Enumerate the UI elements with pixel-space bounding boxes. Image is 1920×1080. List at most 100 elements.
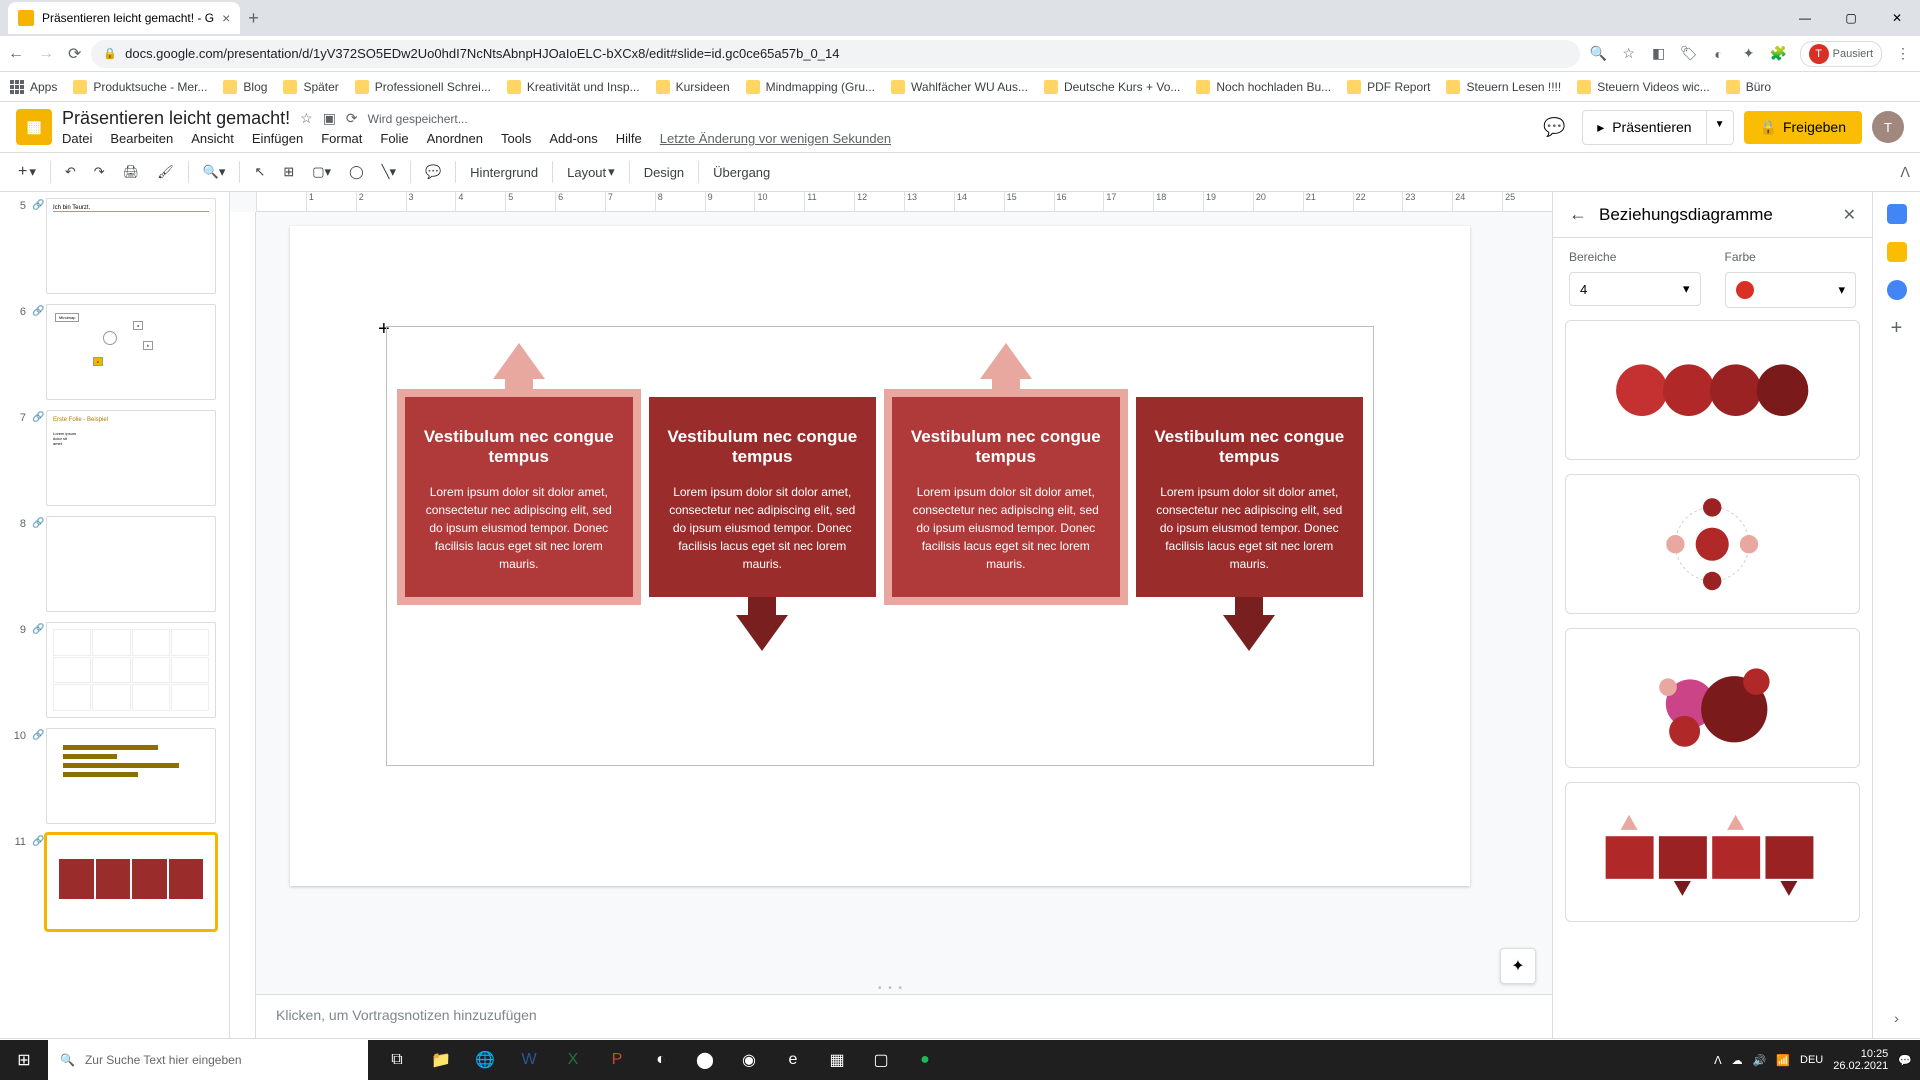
diagram-card[interactable]: Vestibulum nec congue tempus Lorem ipsum… — [649, 397, 877, 597]
menu-tools[interactable]: Tools — [501, 131, 531, 146]
print-button[interactable]: 🖨 — [115, 158, 148, 186]
edge2-icon[interactable]: e — [772, 1040, 814, 1080]
word-icon[interactable]: W — [508, 1040, 550, 1080]
collapse-rail-icon[interactable]: › — [1894, 1010, 1899, 1026]
textbox-tool[interactable]: ⊞ — [275, 158, 302, 186]
profile-pause-chip[interactable]: T Pausiert — [1800, 41, 1882, 67]
keep-addon-icon[interactable] — [1887, 242, 1907, 262]
slides-logo-icon[interactable]: ▦ — [16, 109, 52, 145]
shape-tool[interactable]: ◯ — [341, 158, 372, 186]
color-select[interactable]: ▾ — [1725, 272, 1857, 308]
diagram-template[interactable] — [1565, 628, 1860, 768]
bookmark-item[interactable]: Kreativität und Insp... — [507, 80, 640, 94]
bookmark-item[interactable]: Professionell Schrei... — [355, 80, 491, 94]
reload-icon[interactable]: ⟳ — [68, 44, 81, 64]
diagram-template[interactable] — [1565, 474, 1860, 614]
menu-help[interactable]: Hilfe — [616, 131, 642, 146]
powerpoint-icon[interactable]: P — [596, 1040, 638, 1080]
bookmark-item[interactable]: PDF Report — [1347, 80, 1430, 94]
taskbar-search[interactable]: 🔍 Zur Suche Text hier eingeben — [48, 1040, 368, 1080]
excel-icon[interactable]: X — [552, 1040, 594, 1080]
notepad-icon[interactable]: ▢ — [860, 1040, 902, 1080]
paint-format-button[interactable]: 🖌 — [149, 158, 182, 186]
clock-time[interactable]: 10:25 — [1833, 1048, 1888, 1060]
obs-icon[interactable]: ⬤ — [684, 1040, 726, 1080]
new-slide-button[interactable]: +▾ — [10, 157, 44, 187]
slide-thumb[interactable]: Erste Folie - BeispielLorem ipsumdolor s… — [46, 410, 216, 506]
slide-thumb[interactable] — [46, 622, 216, 718]
line-tool[interactable]: ╲▾ — [374, 158, 404, 186]
collapse-toolbar-icon[interactable]: ᐱ — [1900, 164, 1910, 181]
account-avatar[interactable]: T — [1872, 111, 1904, 143]
extension-icon-4[interactable]: ✦ — [1740, 45, 1758, 63]
image-tool[interactable]: ▢▾ — [304, 158, 339, 186]
extension-icon-3[interactable]: ◐ — [1710, 45, 1728, 63]
slide-thumb[interactable] — [46, 516, 216, 612]
close-window-icon[interactable]: ✕ — [1874, 0, 1920, 36]
close-tab-icon[interactable]: × — [222, 10, 230, 26]
extensions-menu-icon[interactable]: 🧩 — [1770, 45, 1788, 63]
present-button[interactable]: ▸ Präsentieren — [1582, 110, 1706, 145]
new-tab-button[interactable]: + — [248, 8, 259, 29]
edge-icon[interactable]: 🌐 — [464, 1040, 506, 1080]
speaker-notes[interactable]: Klicken, um Vortragsnotizen hinzuzufügen — [256, 994, 1552, 1038]
last-edit-link[interactable]: Letzte Änderung vor wenigen Sekunden — [660, 131, 891, 146]
background-button[interactable]: Hintergrund — [462, 159, 546, 186]
zoom-icon[interactable]: 🔍 — [1590, 45, 1608, 63]
move-folder-icon[interactable]: ▣ — [323, 110, 336, 127]
back-arrow-icon[interactable]: ← — [1569, 204, 1587, 225]
language-indicator[interactable]: DEU — [1800, 1054, 1823, 1066]
slide-thumb[interactable]: Ich bin Teurzt. — [46, 198, 216, 294]
menu-arrange[interactable]: Anordnen — [427, 131, 483, 146]
calendar-addon-icon[interactable] — [1887, 204, 1907, 224]
bookmark-item[interactable]: Blog — [223, 80, 267, 94]
close-panel-icon[interactable]: ✕ — [1843, 205, 1856, 225]
menu-file[interactable]: Datei — [62, 131, 92, 146]
file-explorer-icon[interactable]: 📁 — [420, 1040, 462, 1080]
diagram-selection-box[interactable]: Vestibulum nec congue tempus Lorem ipsum… — [386, 326, 1374, 766]
menu-format[interactable]: Format — [321, 131, 362, 146]
notifications-icon[interactable]: 💬 — [1898, 1054, 1912, 1067]
wifi-icon[interactable]: 📶 — [1776, 1054, 1790, 1067]
extension-icon-2[interactable]: 🏷 — [1680, 45, 1698, 63]
apps-bookmark[interactable]: Apps — [10, 80, 57, 94]
diagram-card[interactable]: Vestibulum nec congue tempus Lorem ipsum… — [397, 389, 641, 605]
bookmark-item[interactable]: Noch hochladen Bu... — [1196, 80, 1331, 94]
bookmark-item[interactable]: Produktsuche - Mer... — [73, 80, 207, 94]
onedrive-icon[interactable]: ☁ — [1732, 1054, 1743, 1067]
design-button[interactable]: Design — [636, 159, 692, 186]
maximize-icon[interactable]: ▢ — [1828, 0, 1874, 36]
bookmark-item[interactable]: Wahlfächer WU Aus... — [891, 80, 1028, 94]
clock-date[interactable]: 26.02.2021 — [1833, 1060, 1888, 1072]
address-bar[interactable]: 🔒 docs.google.com/presentation/d/1yV372S… — [91, 40, 1579, 68]
slide-canvas[interactable]: + Vestibulum nec congue tempus Lorem ips… — [290, 226, 1470, 886]
slide-thumbnails[interactable]: 5🔗Ich bin Teurzt. 6🔗Mindmapabc 7🔗Erste F… — [0, 192, 230, 1038]
app2-icon[interactable]: ▦ — [816, 1040, 858, 1080]
share-button[interactable]: 🔒 Freigeben — [1744, 111, 1862, 144]
menu-insert[interactable]: Einfügen — [252, 131, 303, 146]
task-view-icon[interactable]: ⧉ — [376, 1040, 418, 1080]
transition-button[interactable]: Übergang — [705, 159, 778, 186]
minimize-icon[interactable]: — — [1782, 0, 1828, 36]
bookmark-item[interactable]: Steuern Videos wic... — [1577, 80, 1710, 94]
menu-slide[interactable]: Folie — [380, 131, 408, 146]
bookmark-item[interactable]: Mindmapping (Gru... — [746, 80, 875, 94]
undo-button[interactable]: ↶ — [57, 158, 84, 186]
comment-tool[interactable]: 💬 — [417, 158, 449, 186]
slide-thumb[interactable] — [46, 728, 216, 824]
diagram-card[interactable]: Vestibulum nec congue tempus Lorem ipsum… — [884, 389, 1128, 605]
chrome-menu-icon[interactable]: ⋮ — [1894, 45, 1912, 63]
star-icon[interactable]: ☆ — [1620, 45, 1638, 63]
zoom-button[interactable]: 🔍▾ — [195, 158, 234, 186]
start-button[interactable]: ⊞ — [0, 1040, 48, 1080]
add-addon-icon[interactable]: + — [1887, 318, 1907, 338]
slide-thumb-selected[interactable] — [46, 834, 216, 930]
diagram-template[interactable] — [1565, 320, 1860, 460]
star-outline-icon[interactable]: ☆ — [300, 110, 313, 127]
menu-edit[interactable]: Bearbeiten — [110, 131, 173, 146]
explore-button[interactable]: ✦ — [1500, 948, 1536, 984]
volume-icon[interactable]: 🔊 — [1753, 1054, 1767, 1067]
redo-button[interactable]: ↷ — [86, 158, 113, 186]
spotify-icon[interactable]: ● — [904, 1040, 946, 1080]
notes-resize-handle[interactable]: • • • — [878, 983, 904, 994]
